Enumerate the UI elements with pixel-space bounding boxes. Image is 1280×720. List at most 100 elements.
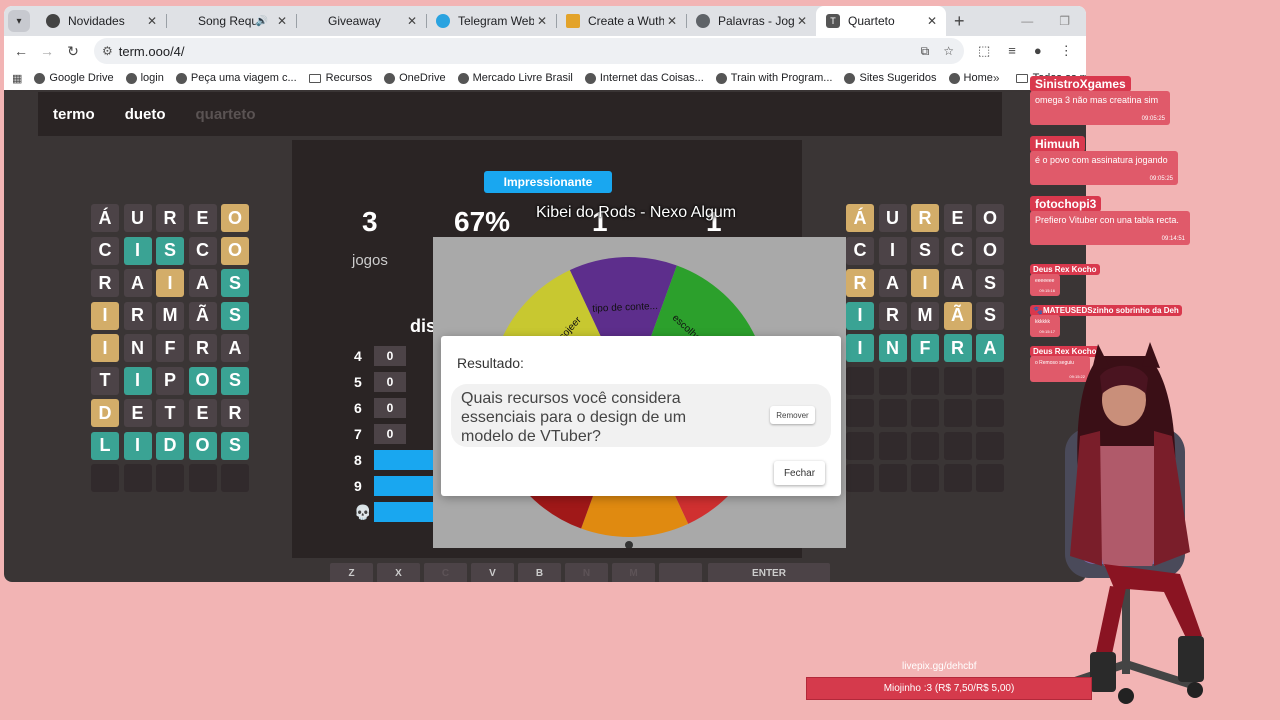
site-info-icon[interactable]: ⚙ [102,44,113,58]
tile: C [846,236,874,265]
close-icon[interactable]: ✕ [924,14,940,28]
bookmark-6[interactable]: Internet das Coisas... [584,72,704,84]
tile: R [156,204,184,232]
tab-5[interactable]: Palavras - Jogo de V✕ [686,6,816,36]
install-app-icon[interactable]: ⧉ [921,44,930,59]
close-icon[interactable]: ✕ [794,14,810,28]
tile [846,366,874,395]
forward-icon[interactable]: → [34,43,60,59]
globe-icon [584,72,596,84]
chat-bubble: é o povo com assinatura jogando 09:05:25 [1030,151,1178,185]
goal-text: Miojinho :3 (R$ 7,50/R$ 5,00) [883,683,1015,694]
reload-icon[interactable]: ↻ [60,43,86,60]
dialog-title: Resultado: [457,355,524,371]
tab-search-button[interactable]: ▾ [8,10,30,32]
tab-4[interactable]: Create a Wuthering ✕ [556,6,686,36]
globe-icon [384,72,396,84]
nav-termo[interactable]: termo [53,106,95,123]
speaker-icon[interactable]: 🔊 [256,16,268,27]
close-icon[interactable]: ✕ [534,14,550,28]
chat-username: fotochopi3 [1030,196,1102,212]
back-icon[interactable]: ← [8,43,34,59]
tile: P [156,366,184,395]
key-z[interactable]: Z [330,563,373,582]
tile: O [976,204,1004,232]
tile [943,399,972,427]
left-board: ÁUREOCISCORAIASIRMÃSINFRATIPOSDETERLIDOS [91,204,249,492]
minimize-icon[interactable]: — [1021,14,1033,28]
tile: R [943,334,972,362]
tile [976,366,1004,395]
menu-kebab-icon[interactable]: ⋮ [1060,43,1073,59]
maximize-icon[interactable]: ❐ [1059,14,1070,28]
bookmark-label: OneDrive [399,72,446,84]
tile: R [91,269,119,297]
tab-1[interactable]: Song Requests - 🔊 ✕ [166,6,296,36]
tile: A [188,269,217,297]
tile: M [911,301,939,330]
apps-grid-icon[interactable]: ▦ [12,72,22,85]
globe-icon [696,14,710,28]
address-bar[interactable]: ⚙ term.ooo/4/ ⧉ ☆ [94,38,964,64]
tile [911,366,939,395]
key-c[interactable]: C [424,563,467,582]
extensions-icon[interactable]: ⬚ [978,43,990,59]
tile: Á [846,204,874,232]
tile: T [156,399,184,427]
tab-6[interactable]: T Quarteto ✕ [816,6,946,36]
key-blank[interactable] [659,563,702,582]
key-m[interactable]: M [612,563,655,582]
close-icon[interactable]: ✕ [274,14,290,28]
tile: E [943,204,972,232]
close-icon[interactable]: ✕ [144,14,160,28]
globe-icon [457,72,469,84]
new-tab-button[interactable]: + [954,11,965,32]
tab-strip: ▾ Novidades✕Song Requests - 🔊✕Giveaway✕T… [4,6,1086,36]
bookmark-2[interactable]: Peça uma viagem c... [175,72,297,84]
tile: A [878,269,907,297]
tile: F [911,334,939,362]
tabs: Novidades✕Song Requests - 🔊✕Giveaway✕Tel… [36,6,946,36]
chat-username: Himuuh [1030,136,1085,152]
key-b[interactable]: B [518,563,561,582]
tile [123,464,152,492]
tile: I [123,431,152,460]
chat-text: Prefiero Vituber con una tabla recta. [1035,215,1179,225]
tile: R [123,301,152,330]
key-enter[interactable]: ENTER [708,563,830,582]
tile [943,431,972,460]
profile-avatar-icon[interactable]: ● [1034,43,1042,59]
tile [976,464,1004,492]
bookmark-label: Sites Sugeridos [859,72,937,84]
bookmark-5[interactable]: Mercado Livre Brasil [457,72,573,84]
stream-title: Kibei do Rods - Nexo Algum [536,204,737,221]
wheel-pointer [625,541,633,548]
media-controls-icon[interactable]: ≡ [1008,43,1016,59]
nav-quarteto[interactable]: quarteto [196,106,256,123]
close-button[interactable]: Fechar [774,461,825,485]
bookmarks-overflow-button[interactable]: » [993,71,1000,85]
tile: Ã [943,301,972,330]
key-v[interactable]: V [471,563,514,582]
bookmark-9[interactable]: Home [948,72,993,84]
remove-button[interactable]: Remover [770,406,815,424]
bookmark-7[interactable]: Train with Program... [715,72,832,84]
bookmark-star-icon[interactable]: ☆ [943,44,954,59]
tile [911,464,939,492]
bookmark-1[interactable]: login [125,72,164,84]
bookmark-label: Mercado Livre Brasil [472,72,573,84]
tab-2[interactable]: Giveaway ✕ [296,6,426,36]
folder-icon [1015,73,1028,83]
close-icon[interactable]: ✕ [664,14,680,28]
close-icon[interactable]: ✕ [404,14,420,28]
bookmark-0[interactable]: Google Drive [34,72,114,84]
bookmark-8[interactable]: Sites Sugeridos [844,72,937,84]
key-x[interactable]: X [377,563,420,582]
tab-0[interactable]: Novidades ✕ [36,6,166,36]
tab-3[interactable]: Telegram Web ✕ [426,6,556,36]
key-n[interactable]: N [565,563,608,582]
tile: I [911,269,939,297]
bookmark-4[interactable]: OneDrive [384,72,446,84]
bookmark-3[interactable]: Recursos [308,72,372,84]
nav-dueto[interactable]: dueto [125,106,166,123]
